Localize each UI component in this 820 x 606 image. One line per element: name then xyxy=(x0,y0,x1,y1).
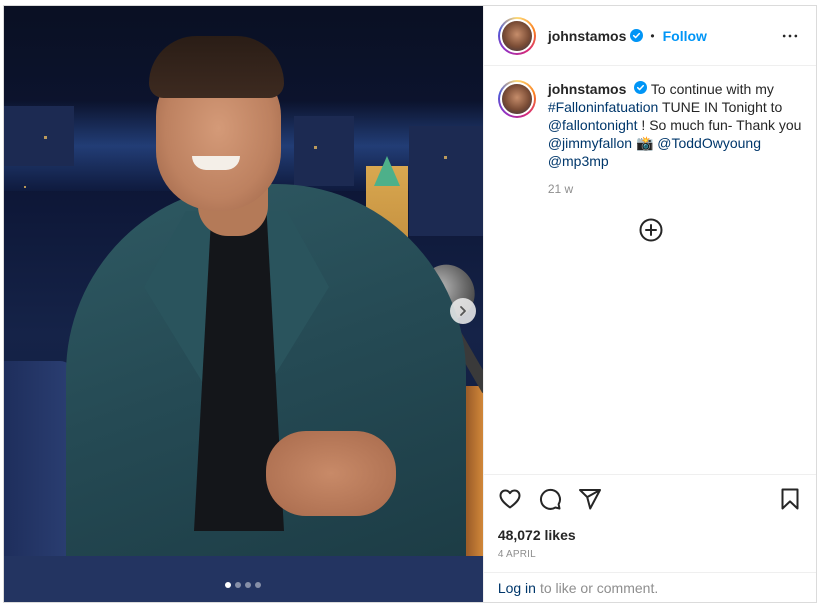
heart-icon[interactable] xyxy=(498,487,522,511)
post-age: 21 w xyxy=(547,182,574,196)
share-icon[interactable] xyxy=(578,487,602,511)
tower-spire xyxy=(374,156,400,186)
username-link[interactable]: johnstamos xyxy=(548,28,627,44)
carousel-dot xyxy=(225,582,232,588)
login-prompt: Log in to like or comment. xyxy=(483,572,816,602)
comment-icon[interactable] xyxy=(538,487,562,511)
building xyxy=(4,106,74,166)
caption-avatar[interactable] xyxy=(497,80,536,118)
verified-badge-icon xyxy=(634,81,648,94)
add-comment-icon[interactable] xyxy=(639,218,663,242)
avatar[interactable] xyxy=(497,16,536,55)
mention-link[interactable]: @mp3mp xyxy=(548,153,609,169)
post-photo[interactable] xyxy=(4,6,483,602)
post-header: johnstamos • Follow xyxy=(483,6,816,66)
avatar-image xyxy=(499,82,534,116)
caption-text: To continue with my xyxy=(650,81,774,97)
city-light xyxy=(444,156,447,159)
hashtag-link[interactable]: #Falloninfatuation xyxy=(548,99,659,115)
carousel-dot xyxy=(235,582,242,588)
post-date: 4 APRIL xyxy=(497,549,536,560)
avatar-image xyxy=(499,18,534,53)
follow-button[interactable]: Follow xyxy=(663,28,707,44)
clasped-hands xyxy=(266,431,396,516)
more-options-icon[interactable] xyxy=(778,24,802,48)
couch-seat xyxy=(4,556,483,602)
carousel-next-button[interactable] xyxy=(450,298,476,324)
building xyxy=(294,116,354,186)
login-link[interactable]: Log in xyxy=(498,580,536,596)
header-separator: • xyxy=(650,28,655,43)
hair xyxy=(149,36,284,98)
carousel-dot xyxy=(245,582,252,588)
post-side-panel: johnstamos • Follow johnstamos To contin… xyxy=(482,6,816,602)
mention-link[interactable]: @jimmyfallon xyxy=(548,135,632,151)
likes-count[interactable]: 48,072 likes xyxy=(498,527,802,543)
carousel-indicator xyxy=(4,582,483,588)
caption-text: ! So much fun- Thank you xyxy=(641,117,802,133)
city-light xyxy=(24,186,26,188)
caption-username-link[interactable]: johnstamos xyxy=(548,81,627,97)
caption-body: johnstamos To continue with my #Fallonin… xyxy=(548,80,802,198)
bookmark-icon[interactable] xyxy=(778,487,802,511)
mention-link[interactable]: @fallontonight xyxy=(548,117,638,133)
chevron-right-icon xyxy=(460,306,466,316)
instagram-post: johnstamos • Follow johnstamos To contin… xyxy=(3,5,817,603)
carousel-dot xyxy=(255,582,262,588)
camera-emoji: 📸 xyxy=(635,135,654,151)
building xyxy=(409,126,483,236)
city-light xyxy=(44,136,47,139)
verified-badge-icon xyxy=(630,29,644,42)
post-actions: 48,072 likes 4 APRIL xyxy=(483,474,816,572)
login-prompt-text: to like or comment. xyxy=(539,579,659,596)
post-caption: johnstamos To continue with my #Fallonin… xyxy=(497,80,802,198)
mention-link[interactable]: @ToddOwyoung xyxy=(657,135,761,151)
action-icons xyxy=(498,487,802,511)
caption-text: TUNE IN Tonight to xyxy=(661,99,783,115)
comments-section: johnstamos To continue with my #Fallonin… xyxy=(484,66,816,474)
smile xyxy=(192,156,240,170)
city-light xyxy=(314,146,317,149)
